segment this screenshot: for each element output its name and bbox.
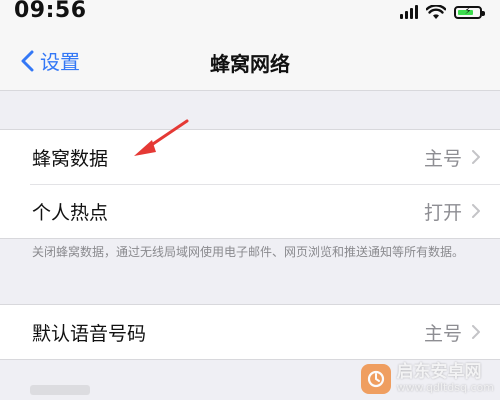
wifi-icon [426, 4, 446, 19]
battery-icon: ⚡ [454, 5, 485, 19]
chevron-right-icon [472, 325, 480, 339]
blurred-row-fragment [30, 385, 90, 395]
status-icons: ⚡ [400, 3, 485, 21]
row-cellular-data[interactable]: 蜂窝数据 主号 [0, 130, 500, 184]
settings-group-data: 蜂窝数据 主号 个人热点 打开 [0, 129, 500, 239]
row-label: 个人热点 [32, 201, 109, 224]
page-title: 蜂窝网络 [210, 52, 290, 76]
row-value: 主号 [423, 322, 462, 345]
row-label: 默认语音号码 [32, 322, 147, 345]
settings-group-voice: 默认语音号码 主号 [0, 304, 500, 360]
row-label: 蜂窝数据 [32, 147, 109, 170]
watermark-name: 启东安卓网 [396, 362, 482, 383]
watermark: 启东安卓网 www.qdltdsq.com [360, 362, 495, 394]
row-value: 打开 [423, 201, 462, 224]
chevron-right-icon [472, 150, 480, 164]
red-arrow-annotation [134, 119, 189, 156]
charging-bolt-icon: ⚡ [464, 6, 472, 17]
row-personal-hotspot[interactable]: 个人热点 打开 [0, 184, 500, 238]
status-bar: 09:56 ⚡ [0, 0, 500, 28]
cellular-data-footnote: 关闭蜂窝数据，通过无线局域网使用电子邮件、网页浏览和推送通知等所有数据。 [32, 245, 465, 259]
cellular-signal-icon [400, 5, 418, 19]
chevron-right-icon [472, 204, 480, 218]
watermark-url: www.qdltdsq.com [396, 380, 495, 394]
row-value: 主号 [423, 147, 462, 170]
row-default-voice-number[interactable]: 默认语音号码 主号 [0, 305, 500, 359]
watermark-logo-icon [360, 363, 391, 394]
status-time: 09:56 [14, 0, 87, 23]
navigation-bar: 设置 蜂窝网络 [0, 28, 500, 91]
